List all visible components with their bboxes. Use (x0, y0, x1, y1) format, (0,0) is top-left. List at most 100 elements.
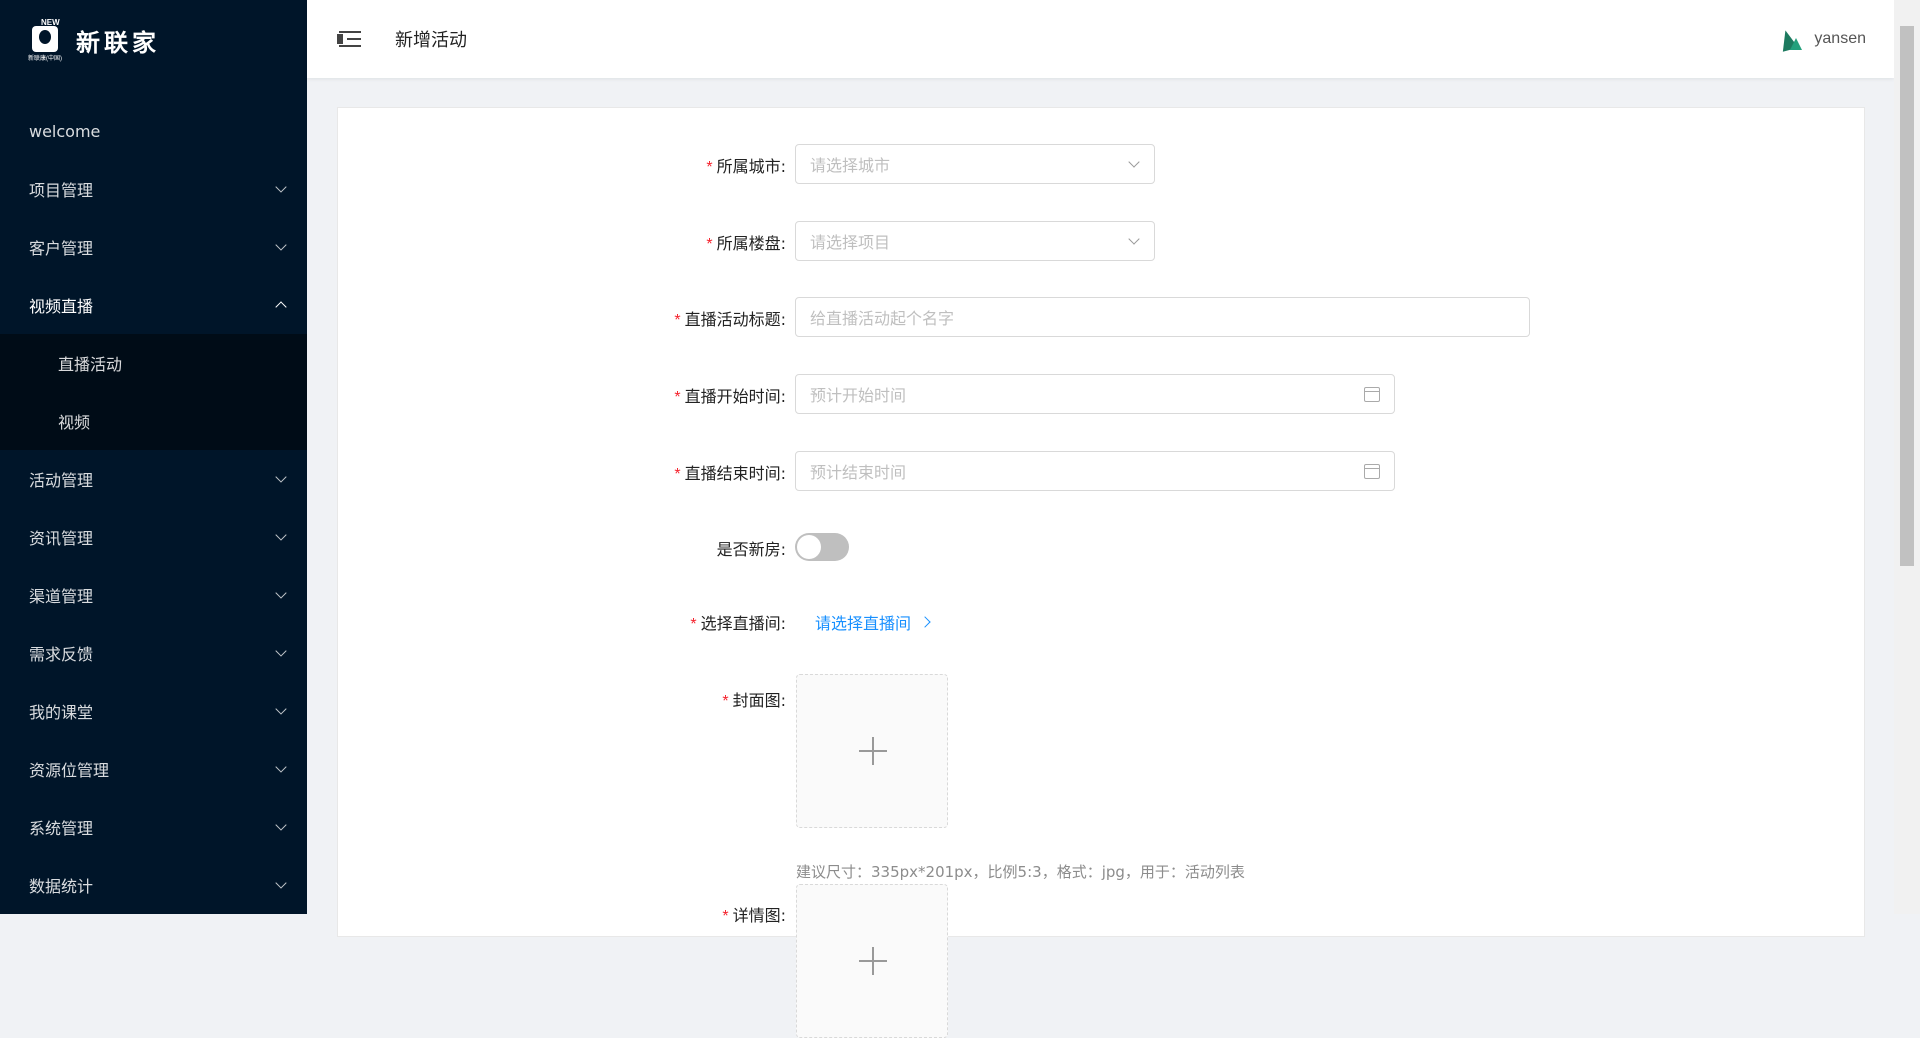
sidebar-item-news[interactable]: 资讯管理 (0, 508, 307, 566)
title-input-placeholder: 给直播活动起个名字 (810, 309, 955, 328)
chevron-down-icon (275, 819, 287, 831)
sidebar-item-classroom[interactable]: 我的课堂 (0, 682, 307, 740)
calendar-icon (1364, 387, 1380, 402)
end-label: * 直播结束时间: (674, 460, 786, 484)
title-label-text: 直播活动标题: (684, 310, 786, 329)
title-label: * 直播活动标题: (674, 306, 786, 330)
city-label-text: 所属城市: (716, 157, 786, 176)
project-label-text: 所属楼盘: (716, 234, 786, 253)
project-select[interactable]: 请选择项目 (795, 221, 1155, 261)
start-label: * 直播开始时间: (674, 383, 786, 407)
sidebar-subitem-live-activity[interactable]: 直播活动 (0, 334, 307, 392)
sidebar-subitem-video[interactable]: 视频 (0, 392, 307, 450)
required-mark: * (690, 616, 697, 633)
cover-hint: 建议尺寸：335px*201px，比例5:3，格式：jpg，用于：活动列表 (796, 863, 1245, 881)
sidebar: NEW 新联康(中国) 新联家 welcome 项目管理 客户管理 视频直播 直… (0, 0, 307, 914)
main-content: * 所属城市: 请选择城市 * 所属楼盘: 请选择项目 * 直播活动标题: 给直播活动… (337, 107, 1865, 1038)
menu-fold-icon[interactable] (337, 29, 361, 49)
required-mark: * (706, 236, 713, 253)
sidebar-item-channel[interactable]: 渠道管理 (0, 566, 307, 624)
project-label: * 所属楼盘: (706, 230, 786, 254)
chevron-down-icon (275, 181, 287, 193)
avatar (1778, 26, 1804, 52)
sidebar-item-label: 渠道管理 (29, 587, 94, 606)
end-label-text: 直播结束时间: (684, 464, 786, 483)
chevron-right-icon (919, 616, 931, 628)
chevron-down-icon (275, 877, 287, 889)
page-title: 新增活动 (395, 30, 467, 51)
logo-icon: NEW 新联康(中国) (28, 18, 66, 62)
detail-label-text: 详情图: (732, 906, 786, 925)
sidebar-item-statistics[interactable]: 数据统计 (0, 856, 307, 914)
activity-title-input[interactable]: 给直播活动起个名字 (795, 297, 1530, 337)
detail-label: * 详情图: (722, 902, 786, 926)
cover-label: * 封面图: (722, 687, 786, 711)
chevron-down-icon (275, 645, 287, 657)
sidebar-item-label: 资源位管理 (29, 761, 110, 780)
city-label: * 所属城市: (706, 153, 786, 177)
select-room-link[interactable]: 请选择直播间 (815, 610, 931, 634)
user-menu[interactable]: yansen (1778, 26, 1866, 52)
sidebar-item-label: 我的课堂 (29, 703, 94, 722)
logo[interactable]: NEW 新联康(中国) 新联家 (0, 0, 307, 80)
city-select-placeholder: 请选择城市 (810, 156, 891, 175)
cover-label-text: 封面图: (732, 691, 786, 710)
city-select[interactable]: 请选择城市 (795, 144, 1155, 184)
required-mark: * (706, 159, 713, 176)
plus-icon (859, 947, 887, 975)
username: yansen (1814, 30, 1866, 47)
room-label-text: 选择直播间: (700, 614, 786, 633)
sidebar-item-customer[interactable]: 客户管理 (0, 218, 307, 276)
sidebar-item-welcome[interactable]: welcome (0, 102, 307, 160)
chevron-down-icon (275, 587, 287, 599)
calendar-icon (1364, 464, 1380, 479)
sidebar-item-label: 视频直播 (29, 297, 94, 316)
chevron-down-icon (275, 471, 287, 483)
switch-knob (797, 535, 821, 559)
select-room-link-text: 请选择直播间 (815, 614, 912, 633)
sidebar-item-project[interactable]: 项目管理 (0, 160, 307, 218)
sidebar-item-activity[interactable]: 活动管理 (0, 450, 307, 508)
chevron-up-icon (275, 301, 287, 313)
cover-upload[interactable] (796, 674, 948, 828)
end-time-picker[interactable]: 预计结束时间 (795, 451, 1395, 491)
required-mark: * (674, 466, 681, 483)
sidebar-item-system[interactable]: 系统管理 (0, 798, 307, 856)
required-mark: * (674, 389, 681, 406)
chevron-down-icon (275, 239, 287, 251)
sidebar-item-live-video[interactable]: 视频直播 (0, 276, 307, 334)
required-mark: * (722, 693, 729, 710)
sidebar-item-feedback[interactable]: 需求反馈 (0, 624, 307, 682)
start-label-text: 直播开始时间: (684, 387, 786, 406)
new-house-label: 是否新房: (716, 540, 786, 559)
chevron-down-icon (1128, 156, 1140, 168)
logo-text: 新联家 (76, 28, 160, 57)
submenu-live-video: 直播活动 视频 (0, 334, 307, 450)
sidebar-item-label: 客户管理 (29, 239, 94, 258)
page-scrollbar[interactable] (1894, 0, 1920, 914)
start-time-picker[interactable]: 预计开始时间 (795, 374, 1395, 414)
sidebar-item-label: 数据统计 (29, 877, 94, 896)
logo-new-text: NEW (41, 18, 60, 27)
sidebar-item-label: 活动管理 (29, 471, 94, 490)
sidebar-menu: welcome 项目管理 客户管理 视频直播 直播活动 视频 活动管理 资讯管理… (0, 102, 307, 914)
top-header: 新增活动 yansen (307, 0, 1894, 78)
sidebar-subitem-label: 视频 (58, 413, 91, 432)
start-time-placeholder: 预计开始时间 (810, 386, 907, 405)
sidebar-item-label: 资讯管理 (29, 529, 94, 548)
scrollbar-thumb[interactable] (1900, 26, 1914, 566)
required-mark: * (674, 312, 681, 329)
sidebar-item-resource[interactable]: 资源位管理 (0, 740, 307, 798)
sidebar-item-label: 项目管理 (29, 181, 94, 200)
sidebar-item-label: 需求反馈 (29, 645, 94, 664)
end-time-placeholder: 预计结束时间 (810, 463, 907, 482)
required-mark: * (722, 908, 729, 925)
detail-upload[interactable] (796, 884, 948, 1038)
plus-icon (859, 737, 887, 765)
chevron-down-icon (275, 529, 287, 541)
sidebar-subitem-label: 直播活动 (58, 355, 123, 374)
chevron-down-icon (275, 761, 287, 773)
sidebar-item-label: welcome (29, 121, 101, 141)
new-house-switch[interactable] (795, 533, 849, 561)
chevron-down-icon (275, 703, 287, 715)
